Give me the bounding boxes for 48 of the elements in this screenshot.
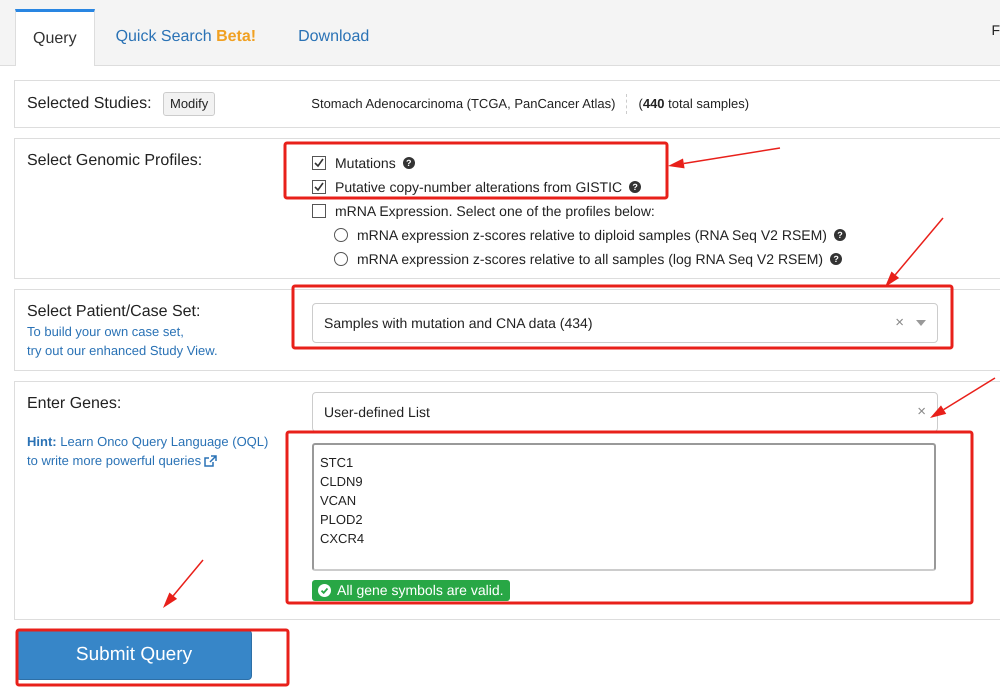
annotation-arrow xyxy=(163,560,204,608)
checkbox[interactable] xyxy=(312,180,326,194)
clear-icon[interactable]: × xyxy=(917,400,926,424)
gene-set-select[interactable]: User-defined List × xyxy=(312,392,938,432)
modify-button[interactable]: Modify xyxy=(163,92,216,116)
validation-badge: All gene symbols are valid. xyxy=(312,580,510,601)
clear-icon[interactable]: × xyxy=(895,312,904,334)
help-icon[interactable]: ? xyxy=(834,229,846,241)
study-name: Stomach Adenocarcinoma (TCGA, PanCancer Atlas) xyxy=(311,94,626,114)
cut-off-text: F xyxy=(991,21,1000,40)
help-icon[interactable]: ? xyxy=(830,253,842,265)
option-label: mRNA expression z-scores relative to diploid samples (RNA Seq V2 RSEM) xyxy=(357,226,827,245)
submit-query-button[interactable]: Submit Query xyxy=(16,630,252,680)
option-label: Putative copy-number alterations from GISTIC xyxy=(335,178,622,197)
case-set-select[interactable]: Samples with mutation and CNA data (434) × xyxy=(312,303,938,343)
tab[interactable]: Quick Search Beta! xyxy=(94,8,278,65)
check-circle-icon xyxy=(318,584,331,597)
radio-button[interactable] xyxy=(334,252,348,266)
help-icon[interactable]: ? xyxy=(402,157,415,169)
annotation-arrow xyxy=(930,377,996,418)
oql-link[interactable]: to write more powerful queries xyxy=(27,451,218,470)
option-label: Mutations xyxy=(335,154,396,172)
tab[interactable]: Download xyxy=(277,8,390,65)
oql-link[interactable]: Learn Onco Query Language (OQL) xyxy=(60,434,268,449)
gene-symbol: CLDN9 xyxy=(320,473,363,491)
section-label: Selected Studies: xyxy=(27,94,153,114)
external-link-icon xyxy=(204,454,218,466)
gene-symbol: CXCR4 xyxy=(320,530,364,548)
tab[interactable]: Query xyxy=(15,9,95,66)
study-view-link[interactable]: try out our enhanced Study View. xyxy=(27,341,218,360)
section-label: Enter Genes: xyxy=(27,394,122,414)
section-label: Select Genomic Profiles: xyxy=(27,151,204,171)
caret-icon[interactable] xyxy=(916,320,926,326)
checkbox[interactable] xyxy=(312,204,326,218)
help-icon[interactable]: ? xyxy=(629,181,642,193)
option-label: mRNA Expression. Select one of the profiles below: xyxy=(335,202,655,221)
study-view-link[interactable]: To build your own case set, xyxy=(27,322,184,341)
radio-button[interactable] xyxy=(334,228,348,242)
option-label: mRNA expression z-scores relative to all samples (log RNA Seq V2 RSEM) xyxy=(357,250,824,269)
gene-list-field[interactable]: STC1 CLDN9 VCAN PLOD2 CXCR4 xyxy=(312,443,936,571)
gene-symbol: VCAN xyxy=(320,492,356,510)
section-label: Select Patient/Case Set: xyxy=(27,302,202,322)
gene-symbol: PLOD2 xyxy=(320,511,363,529)
annotation-arrow xyxy=(885,218,944,287)
sample-count: (440 total samples) xyxy=(638,95,750,114)
oql-hint: Hint: Learn Onco Query Language (OQL) to write more powerful queries xyxy=(27,433,270,470)
gene-symbol: STC1 xyxy=(320,454,354,472)
checkbox[interactable] xyxy=(312,156,326,170)
